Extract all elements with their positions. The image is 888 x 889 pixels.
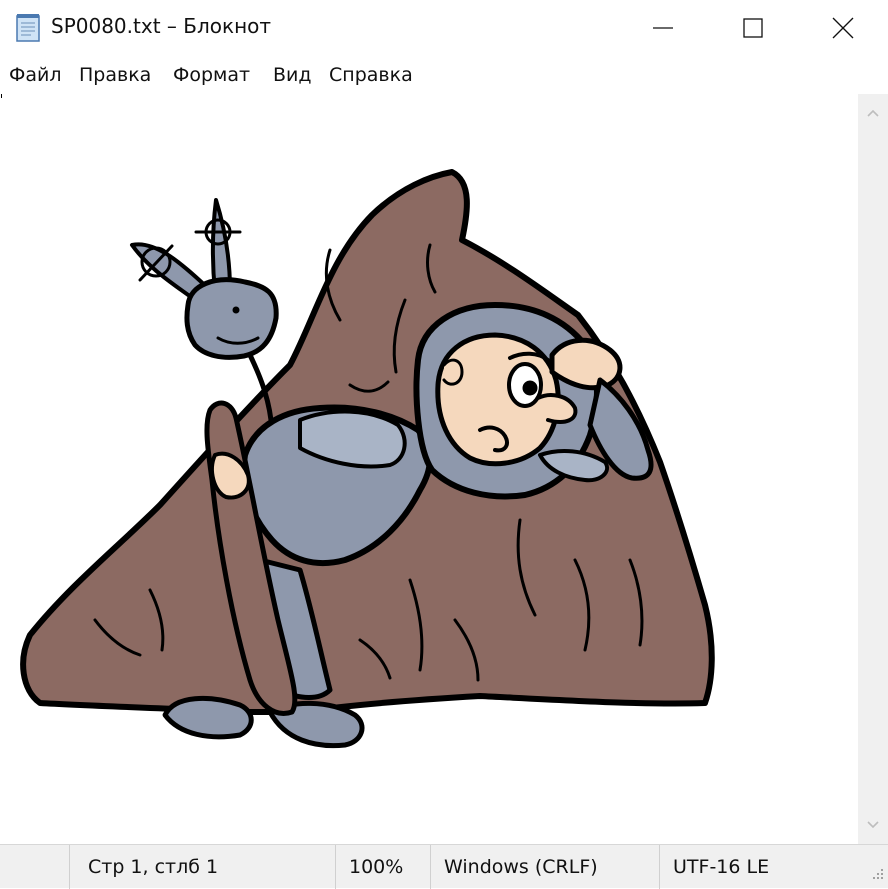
status-bar: Стр 1, стлб 1 100% Windows (CRLF) UTF-16…	[0, 844, 888, 889]
menu-edit[interactable]: Правка	[79, 64, 151, 86]
scroll-up-icon[interactable]	[866, 106, 880, 120]
vertical-scrollbar[interactable]	[858, 94, 888, 844]
status-line-endings: Windows (CRLF)	[430, 845, 659, 889]
scroll-down-icon[interactable]	[866, 818, 880, 832]
menu-bar: Файл Правка Формат Вид Справка	[0, 56, 888, 94]
maximize-icon	[743, 18, 763, 38]
resize-grip-icon[interactable]	[866, 864, 886, 884]
line-endings-text: Windows (CRLF)	[444, 856, 598, 878]
menu-format[interactable]: Формат	[173, 64, 250, 86]
zoom-text: 100%	[349, 856, 404, 878]
menu-file[interactable]: Файл	[9, 64, 62, 86]
status-zoom: 100%	[335, 845, 430, 889]
window-title: SP0080.txt – Блокнот	[51, 14, 272, 38]
title-bar[interactable]: SP0080.txt – Блокнот	[0, 0, 888, 56]
cursor-position-text: Стр 1, стлб 1	[88, 856, 219, 878]
close-button[interactable]	[798, 0, 888, 56]
status-cursor-position: Стр 1, стлб 1	[69, 845, 335, 889]
notepad-icon	[16, 14, 40, 42]
minimize-button[interactable]	[618, 0, 708, 56]
close-icon	[832, 17, 854, 39]
text-editor-area[interactable]	[0, 94, 858, 844]
text-caret	[1, 94, 2, 98]
menu-view[interactable]: Вид	[273, 64, 312, 86]
minimize-icon	[653, 27, 673, 29]
status-encoding: UTF-16 LE	[659, 845, 888, 889]
menu-help[interactable]: Справка	[329, 64, 413, 86]
maximize-button[interactable]	[708, 0, 798, 56]
ascii-art-picture	[20, 169, 715, 749]
encoding-text: UTF-16 LE	[673, 856, 770, 878]
